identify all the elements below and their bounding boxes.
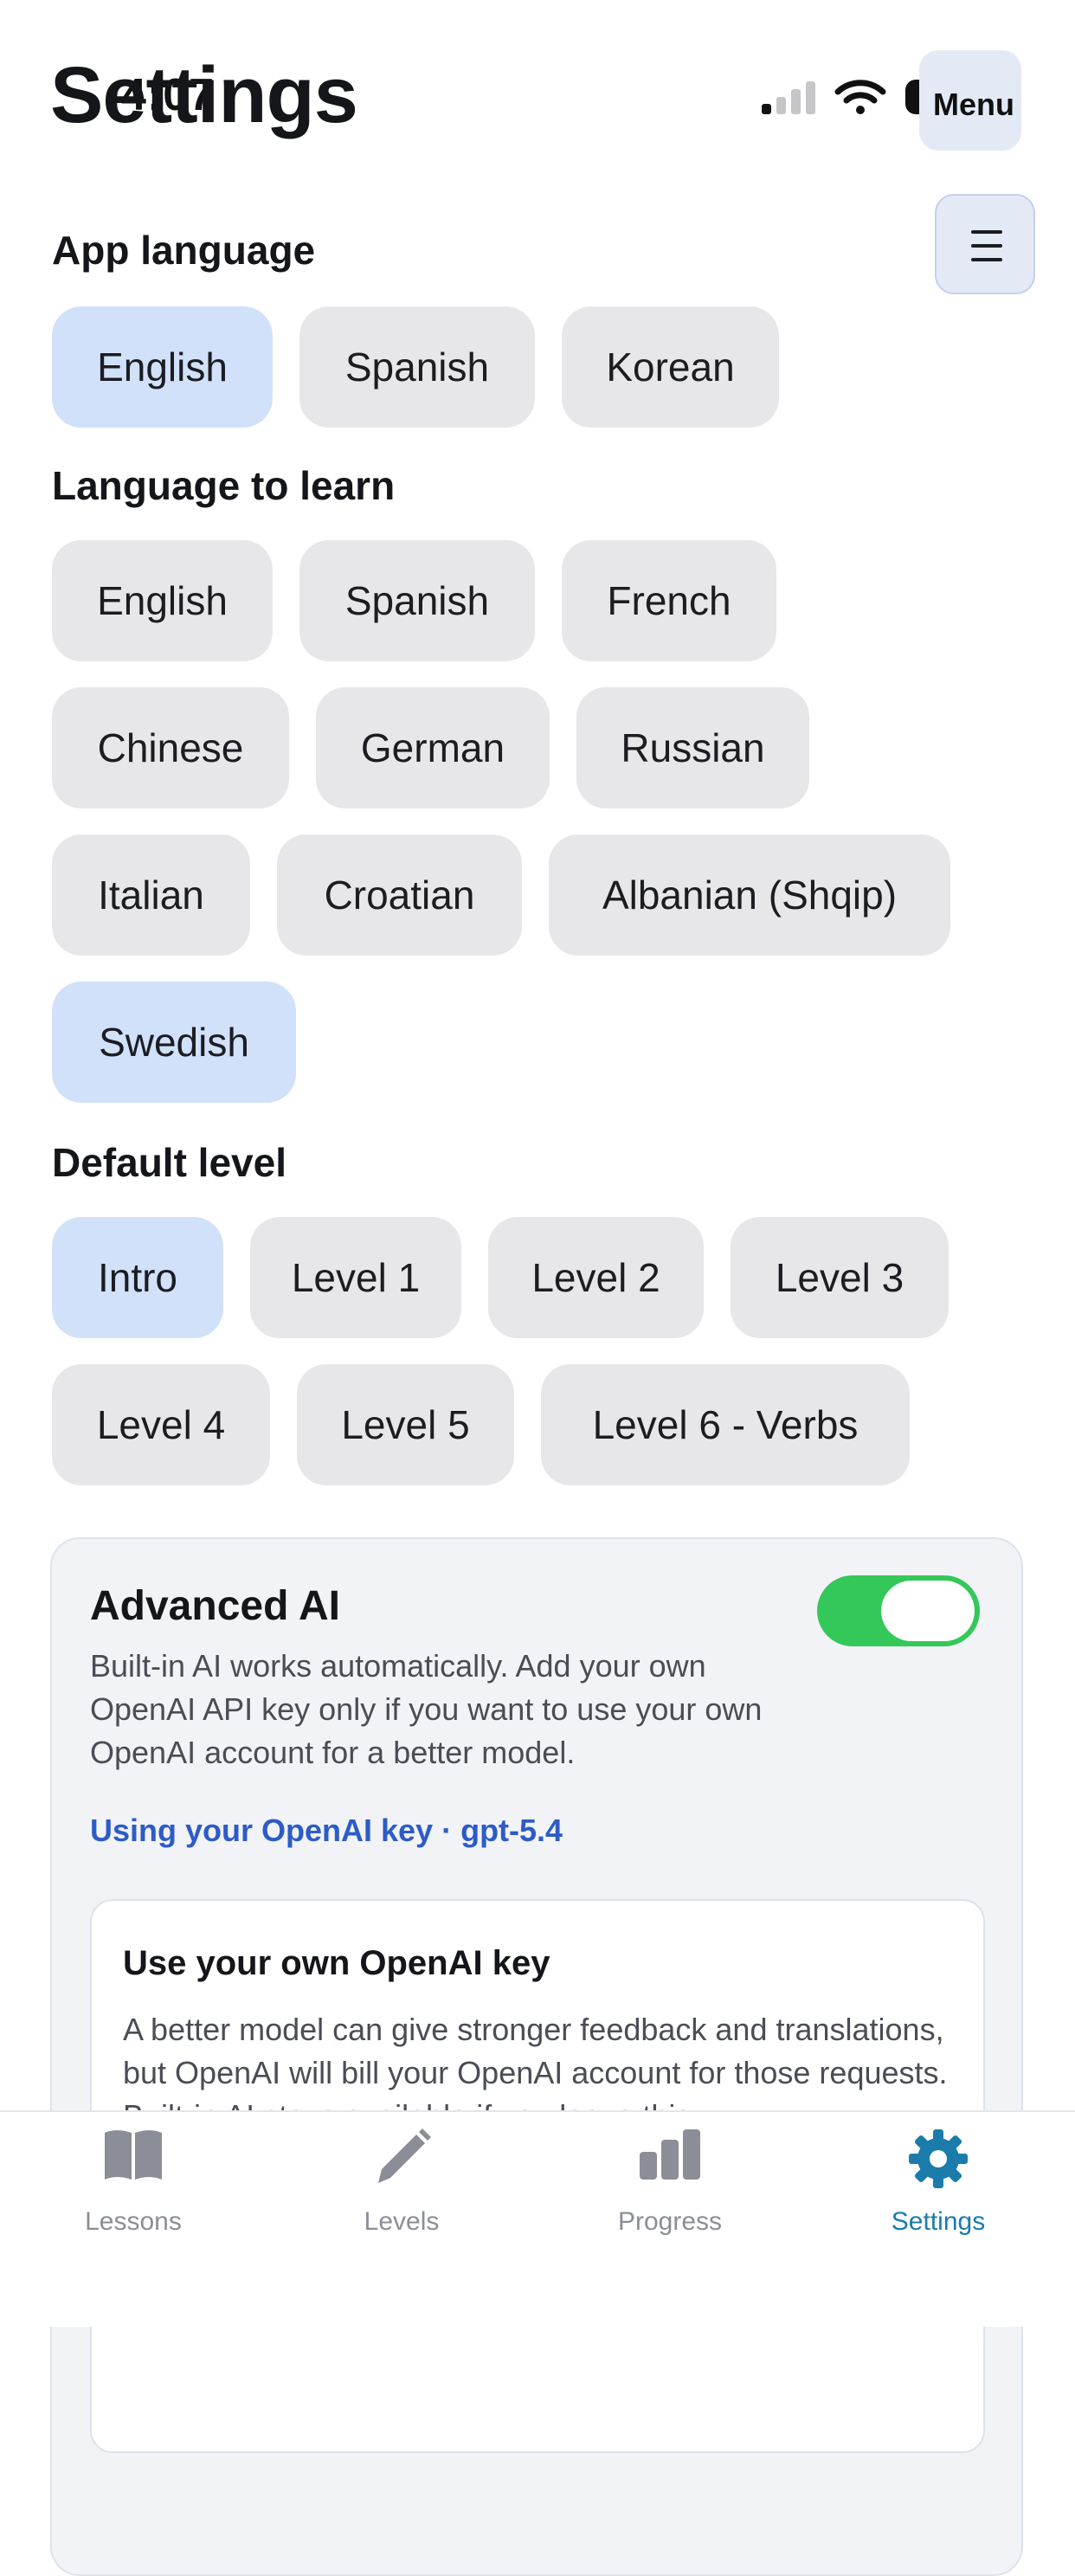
- tab-progress-label: Progress: [617, 2207, 723, 2236]
- own-key-title: Use your own OpenAI key: [123, 1944, 550, 1982]
- learn-language-heading: Language to learn: [52, 463, 396, 508]
- tab-lessons[interactable]: Lessons: [29, 2128, 237, 2257]
- level-4-chip[interactable]: Level 4: [52, 1364, 270, 1485]
- tab-settings-label: Settings: [891, 2207, 986, 2236]
- level-5-chip[interactable]: Level 5: [297, 1364, 514, 1485]
- learn-albanian-chip[interactable]: Albanian (Shqip): [549, 834, 950, 956]
- app-language-english-chip[interactable]: English: [52, 306, 273, 428]
- page-title: Settings: [50, 51, 358, 139]
- menu-icon-bar: [971, 244, 1002, 248]
- wifi-icon: [834, 80, 886, 114]
- book-icon: [105, 2130, 162, 2180]
- level-3-chip[interactable]: Level 3: [731, 1217, 949, 1338]
- learn-russian-chip[interactable]: Russian: [576, 687, 809, 808]
- learn-german-chip[interactable]: German: [316, 687, 550, 808]
- cellular-signal-icon: [762, 80, 817, 114]
- learn-chinese-chip[interactable]: Chinese: [52, 687, 289, 808]
- tab-levels[interactable]: Levels: [298, 2128, 505, 2257]
- pencil-icon: [378, 2128, 431, 2183]
- menu-icon-bar: [971, 258, 1002, 261]
- learn-swedish-chip[interactable]: Swedish: [52, 982, 296, 1103]
- tab-lessons-label: Lessons: [85, 2207, 182, 2236]
- level-6-verbs-chip[interactable]: Level 6 - Verbs: [541, 1364, 910, 1485]
- gear-icon: [909, 2129, 968, 2188]
- level-intro-chip[interactable]: Intro: [52, 1217, 223, 1338]
- bar-chart-icon: [640, 2129, 700, 2180]
- menu-label[interactable]: Menu: [933, 87, 1014, 123]
- hamburger-menu-button[interactable]: [935, 194, 1035, 294]
- tab-progress[interactable]: Progress: [566, 2128, 774, 2257]
- toggle-knob: [881, 1581, 975, 1641]
- default-level-heading: Default level: [52, 1140, 286, 1185]
- app-language-spanish-chip[interactable]: Spanish: [299, 306, 535, 428]
- app-language-heading: App language: [52, 228, 316, 273]
- app-language-korean-chip[interactable]: Korean: [562, 306, 779, 428]
- advanced-ai-toggle[interactable]: [817, 1575, 980, 1646]
- menu-icon: [971, 230, 1002, 234]
- learn-italian-chip[interactable]: Italian: [52, 834, 250, 956]
- tab-settings[interactable]: Settings: [834, 2128, 1042, 2257]
- advanced-ai-title: Advanced AI: [90, 1583, 340, 1629]
- learn-french-chip[interactable]: French: [562, 540, 776, 661]
- learn-croatian-chip[interactable]: Croatian: [277, 834, 522, 956]
- learn-spanish-chip[interactable]: Spanish: [299, 540, 535, 661]
- openai-key-status-link[interactable]: Using your OpenAI key · gpt-5.4: [90, 1813, 563, 1849]
- learn-english-chip[interactable]: English: [52, 540, 273, 661]
- advanced-ai-description: Built-in AI works automatically. Add you…: [90, 1648, 763, 1770]
- tab-levels-label: Levels: [364, 2207, 440, 2236]
- level-2-chip[interactable]: Level 2: [488, 1217, 704, 1338]
- level-1-chip[interactable]: Level 1: [250, 1217, 461, 1338]
